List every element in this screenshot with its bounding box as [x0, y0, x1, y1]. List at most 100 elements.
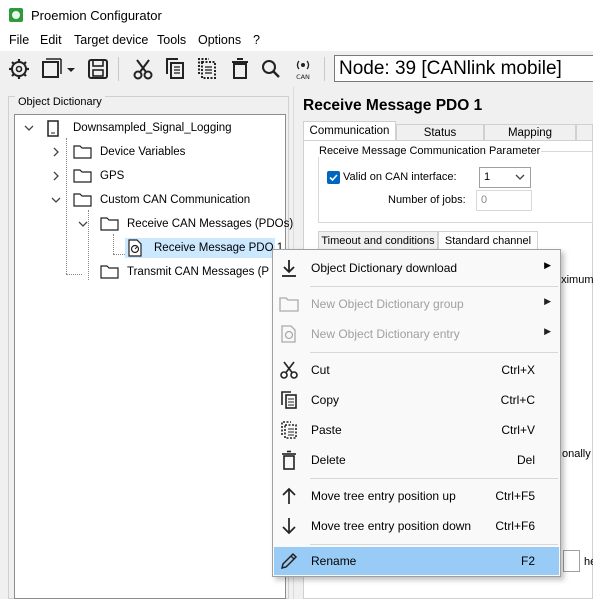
- menu-help[interactable]: ?: [253, 33, 260, 47]
- menu-item-shortcut: Ctrl+F6: [495, 519, 535, 533]
- subtab-timeout-conditions[interactable]: Timeout and conditions: [318, 231, 438, 250]
- menu-item-cut[interactable]: Cut Ctrl+X: [274, 356, 559, 384]
- menu-item-label: Object Dictionary download: [311, 261, 458, 275]
- menu-bar: File Edit Target device Tools Options ?: [0, 31, 593, 51]
- menu-item-label: Cut: [311, 363, 330, 377]
- menu-tools[interactable]: Tools: [157, 33, 186, 47]
- tree-connector: [66, 274, 82, 275]
- window-icon[interactable]: [38, 56, 64, 82]
- can-interface-value: 1: [484, 171, 491, 183]
- tab-mapping[interactable]: Mapping: [484, 124, 576, 141]
- menu-item-move-down[interactable]: Move tree entry position down Ctrl+F6: [274, 512, 559, 540]
- menu-item-shortcut: F2: [520, 554, 535, 568]
- folder-icon: [100, 217, 119, 231]
- cut-icon[interactable]: [130, 56, 156, 82]
- menu-edit[interactable]: Edit: [40, 33, 62, 47]
- delete-icon[interactable]: [227, 56, 253, 82]
- menu-item-label: Delete: [311, 453, 346, 467]
- object-dictionary-tree[interactable]: [14, 114, 286, 599]
- tree-connector: [88, 210, 89, 280]
- rename-icon: [280, 552, 298, 570]
- menu-item-label: Move tree entry position up: [311, 489, 456, 503]
- tree-item-label: GPS: [100, 170, 125, 182]
- chevron-down-icon: [515, 174, 525, 180]
- menu-item-object-dictionary-download[interactable]: Object Dictionary download ▶: [274, 254, 559, 282]
- paste-icon: [281, 421, 297, 439]
- chevron-right-icon[interactable]: [51, 171, 61, 181]
- subtab-standard-channel[interactable]: Standard channel: [438, 231, 538, 250]
- submenu-arrow-icon: ▶: [544, 296, 551, 306]
- menu-item-label: Copy: [311, 393, 340, 407]
- menu-item-copy[interactable]: Copy Ctrl+C: [274, 386, 559, 414]
- menu-item-shortcut: Ctrl+C: [500, 393, 535, 407]
- menu-item-shortcut: Ctrl+X: [501, 363, 535, 377]
- cut-icon: [280, 361, 298, 379]
- folder-icon: [73, 145, 92, 159]
- menu-item-delete[interactable]: Delete Del: [274, 446, 559, 474]
- detail-title: Receive Message PDO 1: [303, 97, 483, 114]
- submenu-arrow-icon: ▶: [544, 326, 551, 336]
- menu-item-new-entry[interactable]: New Object Dictionary entry ▶: [274, 320, 559, 348]
- search-icon[interactable]: [258, 56, 284, 82]
- proemion-app-icon: [9, 8, 23, 22]
- tree-connector: [113, 234, 114, 254]
- menu-file[interactable]: File: [9, 33, 29, 47]
- folder-icon: [279, 297, 299, 312]
- dropdown-arrow-icon[interactable]: [64, 56, 78, 82]
- delete-icon: [282, 450, 296, 470]
- arrow-up-icon: [282, 487, 296, 504]
- menu-separator: [310, 544, 558, 545]
- menu-options[interactable]: Options: [198, 33, 241, 47]
- menu-item-rename[interactable]: Rename F2: [274, 547, 559, 575]
- tab-status[interactable]: Status: [396, 124, 484, 141]
- can-interface-select[interactable]: 1: [479, 167, 531, 188]
- entry-icon: [281, 325, 296, 343]
- paste-icon[interactable]: [194, 56, 220, 82]
- object-dictionary-legend: Object Dictionary: [15, 96, 105, 108]
- menu-item-shortcut: Ctrl+V: [501, 423, 535, 437]
- svg-text:CAN: CAN: [296, 73, 310, 81]
- entry-icon: [128, 239, 142, 257]
- clipped-label: onally: [562, 448, 591, 460]
- tree-item-label: Receive Message PDO 1: [154, 242, 284, 254]
- copy-icon[interactable]: [162, 56, 188, 82]
- download-icon: [282, 260, 296, 277]
- menu-item-shortcut: Del: [516, 453, 535, 467]
- menu-item-move-up[interactable]: Move tree entry position up Ctrl+F5: [274, 482, 559, 510]
- copy-icon: [281, 391, 297, 409]
- node-selector[interactable]: Node: 39 [CANlink mobile]: [334, 55, 593, 82]
- menu-item-label: Rename: [311, 554, 357, 568]
- can-icon[interactable]: CAN: [290, 56, 316, 82]
- receive-parameter-legend: Receive Message Communication Parameter: [318, 145, 542, 157]
- checkmark-icon: [329, 174, 338, 182]
- tab-overflow[interactable]: [576, 124, 593, 141]
- menu-target-device[interactable]: Target device: [74, 33, 148, 47]
- tree-item-label: Transmit CAN Messages (PDOs): [127, 266, 270, 278]
- folder-icon: [73, 169, 92, 183]
- tab-communication[interactable]: Communication: [303, 121, 396, 141]
- save-icon[interactable]: [85, 56, 111, 82]
- valid-on-can-label: Valid on CAN interface:: [343, 171, 457, 183]
- menu-item-label: Move tree entry position down: [311, 519, 472, 533]
- chevron-down-icon[interactable]: [24, 123, 34, 133]
- menu-item-label: New Object Dictionary group: [311, 297, 464, 311]
- tree-item-label: Custom CAN Communication: [100, 194, 251, 206]
- toolbar-separator: [118, 57, 119, 81]
- valid-on-can-checkbox[interactable]: [327, 171, 340, 184]
- tree-connector: [66, 138, 67, 274]
- menu-item-paste[interactable]: Paste Ctrl+V: [274, 416, 559, 444]
- tree-item-label: Device Variables: [100, 146, 186, 158]
- number-of-jobs-input[interactable]: 0: [476, 190, 532, 211]
- settings-icon[interactable]: [6, 56, 32, 82]
- chevron-right-icon[interactable]: [51, 147, 61, 157]
- menu-item-label: Paste: [311, 423, 342, 437]
- receive-parameter-group: [318, 151, 593, 223]
- chevron-down-icon[interactable]: [78, 219, 88, 229]
- clipped-input[interactable]: [563, 550, 580, 572]
- menu-separator: [310, 286, 558, 287]
- clipped-label: he: [584, 556, 593, 568]
- context-menu: Object Dictionary download ▶ New Object …: [272, 249, 561, 577]
- menu-item-new-group[interactable]: New Object Dictionary group ▶: [274, 290, 559, 318]
- toolbar-separator: [324, 57, 325, 81]
- chevron-down-icon[interactable]: [51, 195, 61, 205]
